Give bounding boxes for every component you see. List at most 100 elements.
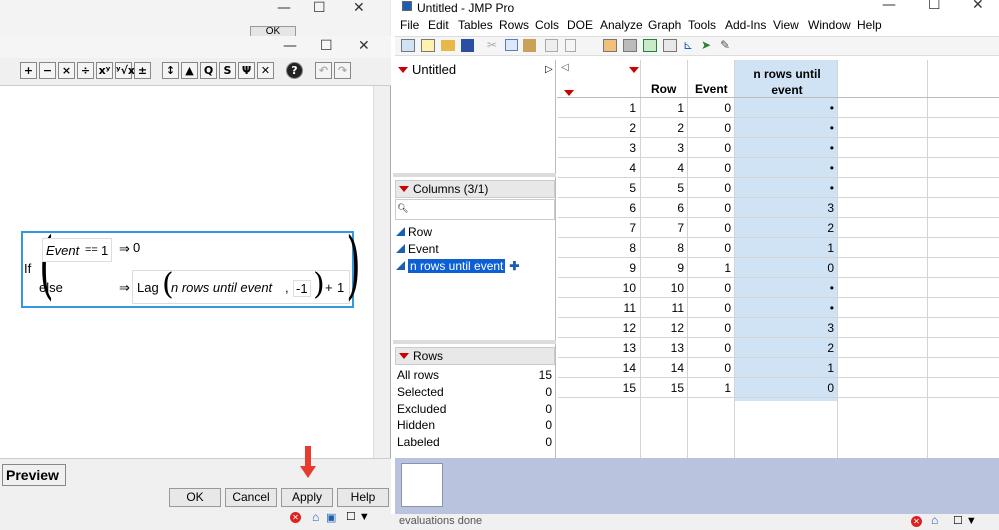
- distribution-icon[interactable]: [643, 39, 657, 52]
- window-thumbnail[interactable]: [401, 463, 443, 507]
- error-icon[interactable]: ✕: [290, 512, 301, 523]
- root-op-button[interactable]: ʸ√x: [115, 62, 135, 79]
- cell-row[interactable]: 8: [642, 238, 684, 258]
- cell-event[interactable]: 0: [689, 118, 731, 138]
- row-number[interactable]: 8: [558, 238, 636, 258]
- graph-builder-icon[interactable]: ➤: [701, 38, 711, 52]
- red-triangle-icon[interactable]: [399, 353, 409, 360]
- tile-icon[interactable]: ▣: [326, 511, 336, 524]
- row-number[interactable]: 11: [558, 298, 636, 318]
- menu-graph[interactable]: Graph: [648, 18, 681, 32]
- cell-row[interactable]: 4: [642, 158, 684, 178]
- lag-offset-arg[interactable]: -1: [293, 280, 311, 297]
- formula-plus-icon[interactable]: ✚: [509, 259, 519, 273]
- error-icon[interactable]: ✕: [911, 516, 922, 527]
- cell-row[interactable]: 6: [642, 198, 684, 218]
- close-icon[interactable]: ✕: [358, 38, 370, 54]
- col-header-row[interactable]: Row: [651, 82, 676, 96]
- collapse-icon[interactable]: ▷: [545, 62, 553, 78]
- cell-event[interactable]: 0: [689, 318, 731, 338]
- cell-row[interactable]: 9: [642, 258, 684, 278]
- menu-edit[interactable]: Edit: [428, 18, 449, 32]
- row-state-corner-icon[interactable]: ◁: [561, 62, 569, 73]
- row-number[interactable]: 6: [558, 198, 636, 218]
- row-number[interactable]: 1: [558, 98, 636, 118]
- corner-red-triangle-icon[interactable]: [626, 63, 643, 77]
- maximize-icon[interactable]: ☐: [320, 38, 333, 54]
- then-value[interactable]: 0: [133, 240, 140, 255]
- help-op-button[interactable]: ?: [286, 62, 303, 79]
- table-row[interactable]: 12 12 0 3: [558, 318, 999, 338]
- row-number[interactable]: 4: [558, 158, 636, 178]
- cell-event[interactable]: 0: [689, 138, 731, 158]
- column-search-field[interactable]: 🔍︎: [395, 199, 555, 220]
- paste-icon[interactable]: [523, 39, 536, 52]
- menu-tables[interactable]: Tables: [458, 18, 493, 32]
- cell-row[interactable]: 14: [642, 358, 684, 378]
- cell-event[interactable]: 0: [689, 178, 731, 198]
- row-number[interactable]: 15: [558, 378, 636, 398]
- annotate-icon[interactable]: ✎: [720, 38, 730, 52]
- table-row[interactable]: 15 15 1 0: [558, 378, 999, 398]
- home-icon[interactable]: ⌂: [931, 513, 938, 527]
- delete-term-button[interactable]: ✕: [257, 62, 274, 79]
- cell-n-rows-until-event[interactable]: 0: [736, 378, 834, 398]
- cell-row[interactable]: 5: [642, 178, 684, 198]
- local-var-button[interactable]: Ψ: [238, 62, 255, 79]
- row-number[interactable]: 2: [558, 118, 636, 138]
- new-table-icon[interactable]: [401, 39, 415, 52]
- cell-event[interactable]: 0: [689, 238, 731, 258]
- cell-n-rows-until-event[interactable]: 2: [736, 218, 834, 238]
- condition-term[interactable]: Event == 1: [42, 238, 112, 262]
- table-row[interactable]: 1 1 0 •: [558, 98, 999, 118]
- cell-row[interactable]: 7: [642, 218, 684, 238]
- row-number[interactable]: 5: [558, 178, 636, 198]
- cell-n-rows-until-event[interactable]: •: [736, 158, 834, 178]
- preview-button[interactable]: Preview: [2, 464, 66, 486]
- cell-n-rows-until-event[interactable]: •: [736, 298, 834, 318]
- negate-op-button[interactable]: ±: [134, 62, 151, 79]
- fit-model-icon[interactable]: ⊾: [683, 38, 693, 52]
- table-panel-header[interactable]: Untitled ▷: [395, 62, 555, 80]
- table-row[interactable]: 14 14 0 1: [558, 358, 999, 378]
- apply-button[interactable]: Apply: [281, 488, 333, 507]
- cell-event[interactable]: 0: [689, 158, 731, 178]
- plus-op-button[interactable]: +: [20, 62, 37, 79]
- close-icon[interactable]: ✕: [353, 0, 365, 16]
- help-button[interactable]: Help: [337, 488, 389, 507]
- cell-row[interactable]: 11: [642, 298, 684, 318]
- menu-file[interactable]: File: [400, 18, 419, 32]
- fit-y-by-x-icon[interactable]: [663, 39, 677, 52]
- divide-op-button[interactable]: ÷: [77, 62, 94, 79]
- table-row[interactable]: 8801: [558, 238, 999, 258]
- cut-icon[interactable]: ✂: [487, 38, 497, 52]
- ok-button[interactable]: OK: [169, 488, 221, 507]
- table-row[interactable]: 10 10 0 •: [558, 278, 999, 298]
- cell-n-rows-until-event[interactable]: •: [736, 98, 834, 118]
- menu-window[interactable]: Window: [808, 18, 851, 32]
- swap-button[interactable]: S: [219, 62, 236, 79]
- table-row[interactable]: 9910: [558, 258, 999, 278]
- open-folder-icon[interactable]: [441, 40, 455, 51]
- minimize-icon[interactable]: —: [882, 0, 896, 13]
- column-item-n-rows-until-event[interactable]: n rows until event ✚: [396, 259, 519, 273]
- cell-event[interactable]: 0: [689, 98, 731, 118]
- lag-column-arg[interactable]: n rows until event: [171, 280, 272, 295]
- column-item-event[interactable]: Event: [396, 242, 439, 256]
- window-menu-icon[interactable]: ☐ ▼: [953, 514, 977, 527]
- row-number[interactable]: 7: [558, 218, 636, 238]
- cell-row[interactable]: 3: [642, 138, 684, 158]
- select-icon[interactable]: [545, 39, 558, 52]
- menu-cols[interactable]: Cols: [535, 18, 559, 32]
- cancel-button[interactable]: Cancel: [225, 488, 277, 507]
- close-icon[interactable]: ✕: [972, 0, 984, 13]
- cell-event[interactable]: 0: [689, 278, 731, 298]
- add-value[interactable]: 1: [337, 280, 344, 295]
- maximize-icon[interactable]: ☐: [313, 0, 326, 16]
- cell-event[interactable]: 1: [689, 258, 731, 278]
- column-item-row[interactable]: Row: [396, 225, 432, 239]
- table-row[interactable]: 2 2 0 •: [558, 118, 999, 138]
- table-row[interactable]: 13 13 0 2: [558, 338, 999, 358]
- table-row[interactable]: 11 11 0 •: [558, 298, 999, 318]
- multiply-op-button[interactable]: ×: [58, 62, 75, 79]
